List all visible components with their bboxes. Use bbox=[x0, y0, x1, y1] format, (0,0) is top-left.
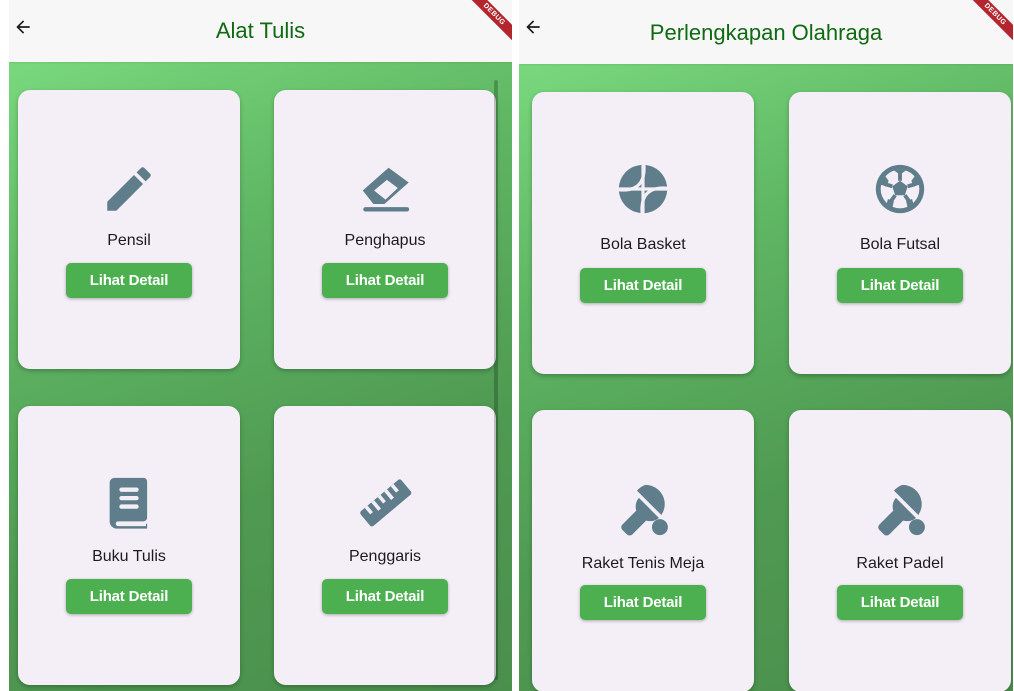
page-title: Perlengkapan Olahraga bbox=[649, 20, 883, 45]
lihat-detail-button[interactable]: Lihat Detail bbox=[66, 579, 192, 614]
item-card-raket-tenis-meja[interactable]: Raket Tenis Meja Lihat Detail bbox=[532, 410, 754, 691]
table-tennis-icon bbox=[532, 480, 754, 538]
lihat-detail-button[interactable]: Lihat Detail bbox=[580, 585, 706, 620]
page-title: Alat Tulis bbox=[215, 18, 306, 43]
item-card-bola-basket[interactable]: Bola Basket Lihat Detail bbox=[532, 92, 754, 374]
scrollbar[interactable] bbox=[494, 80, 498, 680]
item-card-pensil[interactable]: Pensil Lihat Detail bbox=[18, 90, 240, 369]
item-label: Penggaris bbox=[348, 548, 422, 565]
eraser-icon bbox=[274, 160, 496, 218]
item-card-bola-futsal[interactable]: Bola Futsal Lihat Detail bbox=[789, 92, 1011, 374]
item-label: Bola Basket bbox=[600, 236, 686, 253]
app-bar: Perlengkapan Olahraga DEBUG bbox=[519, 0, 1013, 64]
lihat-detail-button[interactable]: Lihat Detail bbox=[837, 585, 963, 620]
basketball-icon bbox=[532, 160, 754, 218]
item-label: Pensil bbox=[107, 232, 151, 249]
grid-background: Pensil Lihat Detail Penghapus Lihat Deta… bbox=[9, 62, 512, 691]
debug-banner: DEBUG bbox=[967, 0, 1013, 46]
debug-banner: DEBUG bbox=[466, 0, 512, 46]
item-card-penghapus[interactable]: Penghapus Lihat Detail bbox=[274, 90, 496, 369]
lihat-detail-button[interactable]: Lihat Detail bbox=[322, 579, 448, 614]
table-tennis-icon bbox=[789, 480, 1011, 538]
lihat-detail-button[interactable]: Lihat Detail bbox=[580, 268, 706, 303]
grid-background: Bola Basket Lihat Detail Bola Futsal Lih… bbox=[519, 64, 1013, 691]
ruler-icon bbox=[274, 473, 496, 531]
item-label: Buku Tulis bbox=[92, 548, 166, 565]
lihat-detail-button[interactable]: Lihat Detail bbox=[837, 268, 963, 303]
app-bar: Alat Tulis DEBUG bbox=[9, 0, 512, 62]
lihat-detail-button[interactable]: Lihat Detail bbox=[66, 263, 192, 298]
item-card-penggaris[interactable]: Penggaris Lihat Detail bbox=[274, 406, 496, 685]
item-label: Bola Futsal bbox=[859, 236, 941, 253]
pencil-icon bbox=[18, 160, 240, 218]
lihat-detail-button[interactable]: Lihat Detail bbox=[322, 263, 448, 298]
soccer-ball-icon bbox=[789, 160, 1011, 218]
screen-perlengkapan-olahraga: Perlengkapan Olahraga DEBUG Bola Basket … bbox=[519, 0, 1013, 691]
item-card-raket-padel[interactable]: Raket Padel Lihat Detail bbox=[789, 410, 1011, 691]
book-icon bbox=[18, 473, 240, 531]
item-card-buku-tulis[interactable]: Buku Tulis Lihat Detail bbox=[18, 406, 240, 685]
item-label: Raket Tenis Meja bbox=[581, 555, 705, 572]
screen-alat-tulis: Alat Tulis DEBUG Pensil Lihat Detail Pen… bbox=[9, 0, 512, 691]
item-label: Penghapus bbox=[344, 232, 426, 249]
item-label: Raket Padel bbox=[856, 555, 944, 572]
